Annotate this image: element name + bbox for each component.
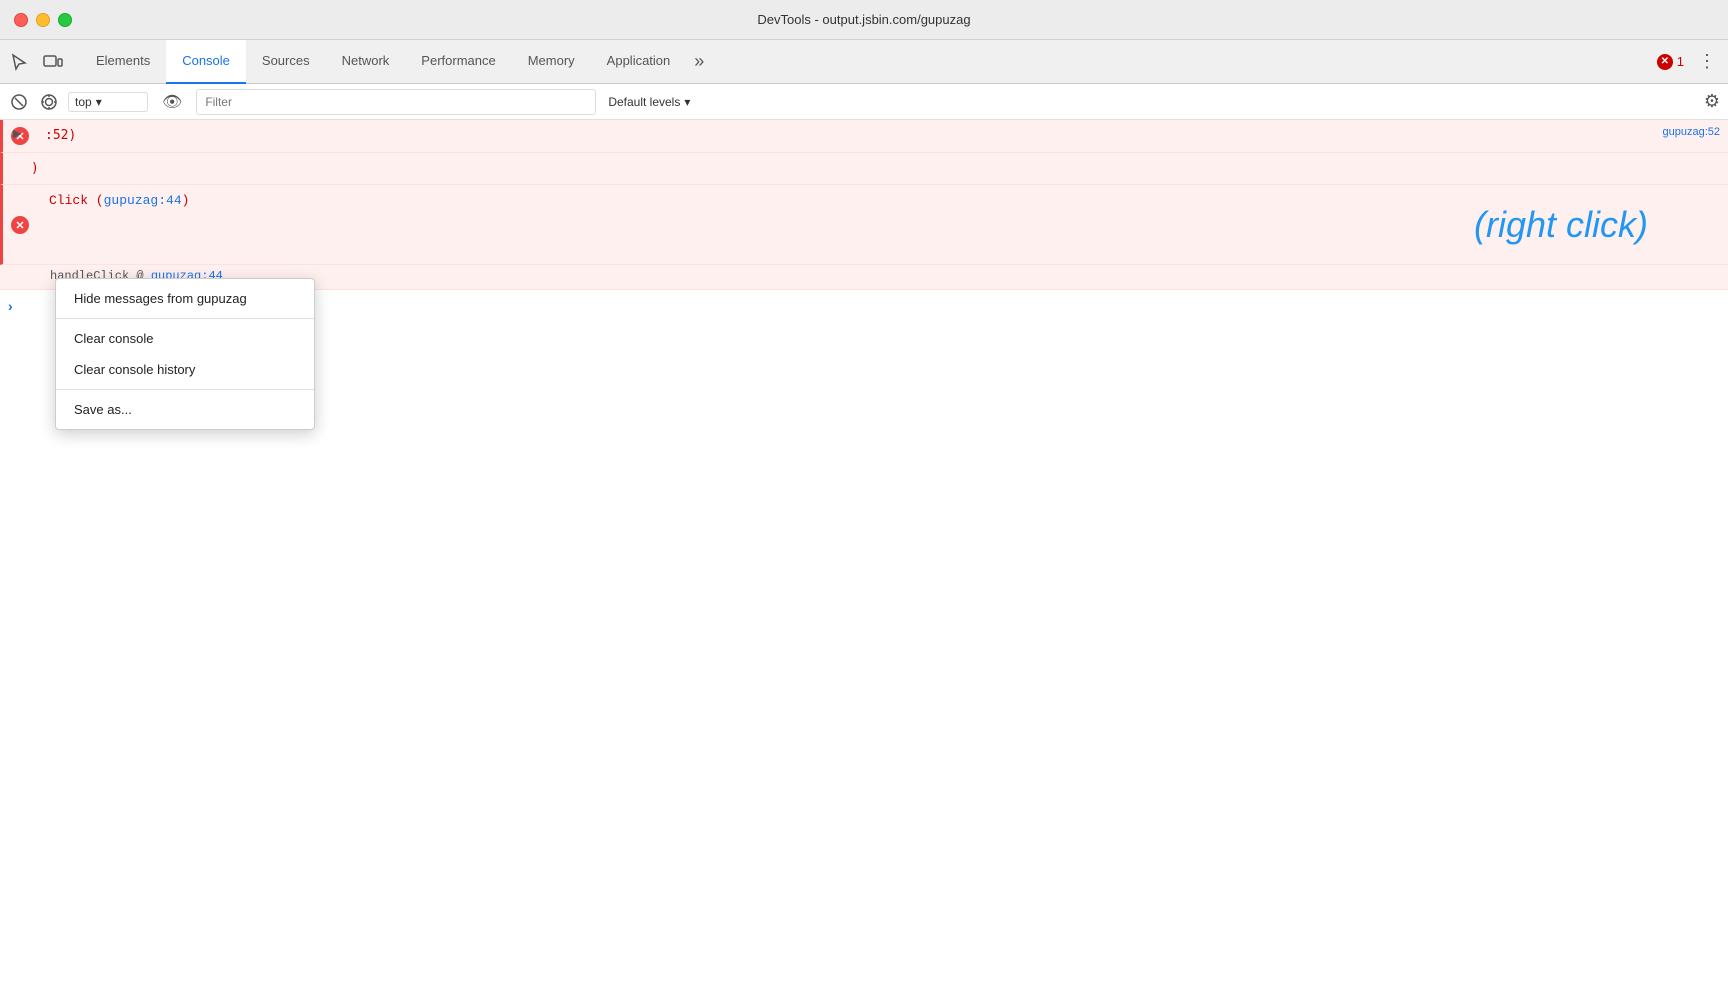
- error-text-1: :52): [45, 128, 76, 143]
- prompt-arrow: ›: [8, 298, 13, 314]
- context-menu-item-hide-messages[interactable]: Hide messages from gupuzag: [56, 283, 314, 314]
- default-levels-dropdown[interactable]: Default levels ▾: [608, 95, 690, 109]
- context-menu-item-clear-history[interactable]: Clear console history: [56, 354, 314, 385]
- window-title: DevTools - output.jsbin.com/gupuzag: [757, 12, 970, 27]
- context-menu: Hide messages from gupuzag Clear console…: [55, 278, 315, 430]
- click-message: Click (gupuzag:44): [49, 191, 1720, 211]
- tab-network[interactable]: Network: [326, 40, 406, 84]
- tab-performance[interactable]: Performance: [405, 40, 511, 84]
- more-tabs-button[interactable]: »: [686, 40, 712, 84]
- tab-memory[interactable]: Memory: [512, 40, 591, 84]
- error-content-2: ): [31, 159, 1720, 179]
- expand-arrow-1[interactable]: ▶: [13, 127, 21, 140]
- title-bar: DevTools - output.jsbin.com/gupuzag: [0, 0, 1728, 40]
- context-menu-separator-2: [56, 389, 314, 390]
- traffic-lights: [14, 13, 72, 27]
- tab-bar-left-icons: [8, 51, 80, 73]
- console-row-click: Click (gupuzag:44) (right click): [0, 185, 1728, 265]
- error-count: 1: [1677, 54, 1684, 69]
- console-row-error-1: ▶ :52) gupuzag:52: [0, 120, 1728, 153]
- context-menu-item-save-as[interactable]: Save as...: [56, 394, 314, 425]
- context-menu-separator-1: [56, 318, 314, 319]
- settings-gear-icon[interactable]: ⚙: [1704, 91, 1720, 112]
- devtools-panel: Elements Console Sources Network Perform…: [0, 40, 1728, 982]
- error-badge: ✕ 1: [1657, 54, 1684, 70]
- tab-console[interactable]: Console: [166, 40, 246, 84]
- stop-recording-icon[interactable]: [38, 91, 60, 113]
- context-label: top: [75, 95, 92, 109]
- tab-sources[interactable]: Sources: [246, 40, 326, 84]
- context-arrow: ▾: [96, 95, 102, 109]
- cursor-icon[interactable]: [8, 51, 30, 73]
- tab-application[interactable]: Application: [591, 40, 687, 84]
- click-source-link[interactable]: gupuzag:44: [104, 193, 182, 208]
- error-content-1: :52): [31, 126, 1655, 146]
- console-row-error-2: ): [0, 153, 1728, 186]
- error-x-icon: ✕: [1657, 54, 1673, 70]
- eye-icon[interactable]: 👁: [156, 92, 188, 112]
- console-content: ▶ :52) gupuzag:52 ) Click (gupuzag:44) (…: [0, 120, 1728, 982]
- click-row-content: Click (gupuzag:44) (right click): [31, 191, 1720, 211]
- tab-bar-right: ✕ 1 ⋮: [1657, 51, 1720, 72]
- maximize-button[interactable]: [58, 13, 72, 27]
- error-source-1[interactable]: gupuzag:52: [1655, 126, 1721, 138]
- device-toggle-icon[interactable]: [42, 51, 64, 73]
- filter-input[interactable]: [196, 89, 596, 115]
- tab-elements[interactable]: Elements: [80, 40, 166, 84]
- console-toolbar: top ▾ 👁 Default levels ▾ ⚙: [0, 84, 1728, 120]
- minimize-button[interactable]: [36, 13, 50, 27]
- tab-bar: Elements Console Sources Network Perform…: [0, 40, 1728, 84]
- error-close-icon-2: [11, 216, 29, 234]
- click-label: Click (: [49, 193, 104, 208]
- context-menu-item-clear-console[interactable]: Clear console: [56, 323, 314, 354]
- close-button[interactable]: [14, 13, 28, 27]
- clear-console-icon[interactable]: [8, 91, 30, 113]
- context-select[interactable]: top ▾: [68, 92, 148, 112]
- default-levels-arrow: ▾: [684, 95, 690, 109]
- error-text-2: ): [31, 161, 39, 176]
- default-levels-label: Default levels: [608, 95, 680, 109]
- kebab-menu-icon[interactable]: ⋮: [1694, 51, 1720, 72]
